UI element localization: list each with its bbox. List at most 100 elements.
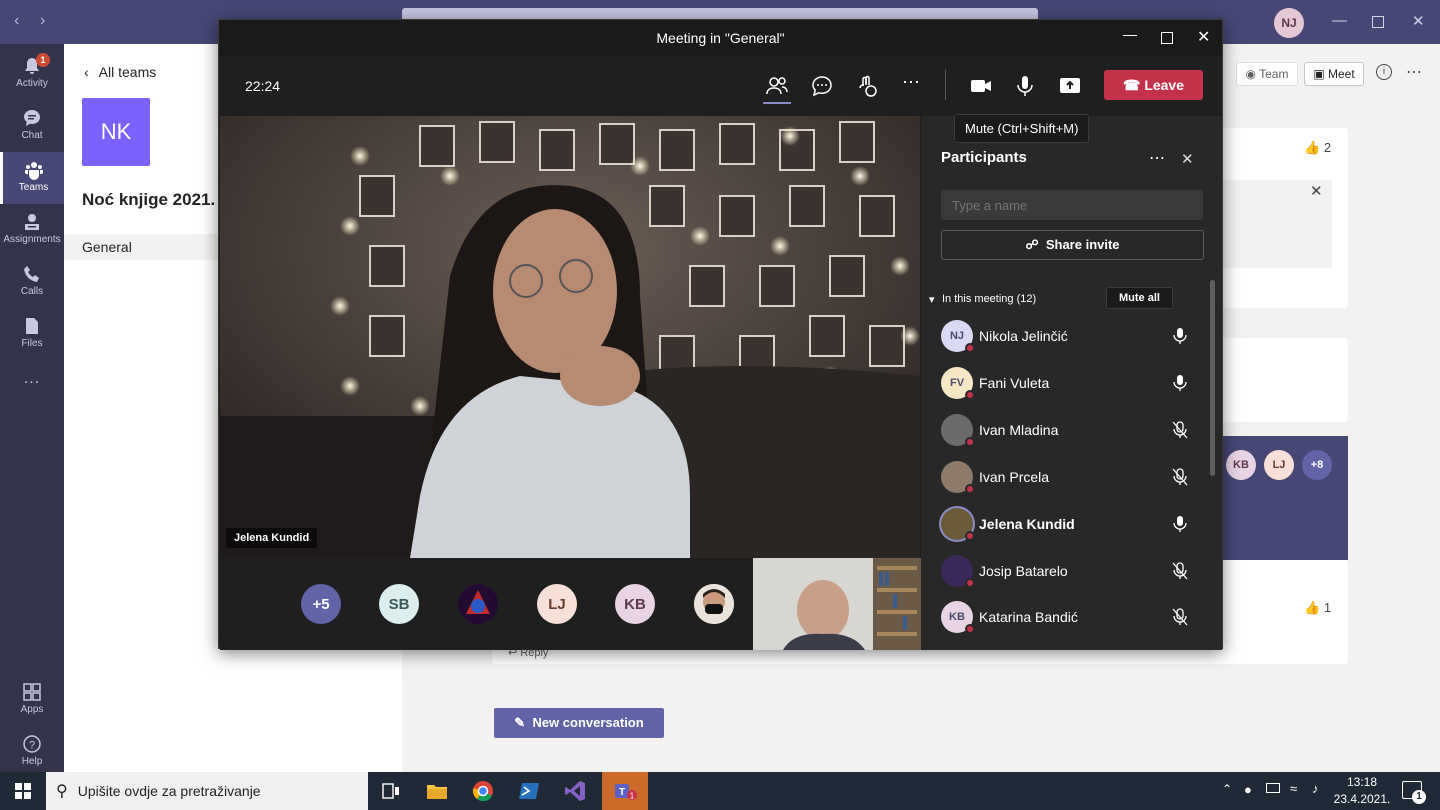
like-count[interactable]: 👍 2 [1304,140,1331,156]
mic-on-icon[interactable] [1171,514,1189,534]
rail-activity[interactable]: 1 Activity [0,48,64,100]
participant-row[interactable]: Ivan Prcela [941,457,1201,497]
more-icon: ... [23,370,41,387]
panel-more-icon[interactable]: ⋯ [1149,148,1165,168]
more-options-icon[interactable]: ⋯ [1406,62,1422,82]
participant-avatar [941,461,975,494]
clock-time[interactable]: 13:18 [1338,775,1386,789]
participant-avatar[interactable]: KB [615,584,655,624]
close-icon[interactable]: ✕ [1197,27,1210,47]
microphone-icon[interactable] [1013,74,1037,98]
more-participants-badge[interactable]: +8 [1302,450,1332,480]
all-teams-link[interactable]: ‹ All teams [84,64,156,80]
presence-busy-icon [965,624,975,634]
rail-chat[interactable]: Chat [0,100,64,152]
task-view-icon[interactable] [368,772,414,810]
rail-assignments[interactable]: Assignments [0,204,64,256]
divider [945,70,946,100]
mic-muted-icon[interactable] [1171,561,1189,581]
taskbar-search[interactable]: ⚲ Upišite ovdje za pretraživanje [46,772,368,810]
participants-icon[interactable] [765,74,789,98]
participant-avatar[interactable] [694,584,734,624]
mic-muted-icon[interactable] [1171,420,1189,440]
meeting-window: Meeting in "General" — ✕ 22:24 ⋯ ☎ Leave [218,19,1223,650]
participant-avatar[interactable] [458,584,498,624]
minimize-icon[interactable]: — [1332,12,1347,29]
participants-panel: Participants ⋯ ✕ ☍ Share invite ▾ In thi… [921,116,1222,650]
participant-avatar: FV [941,367,975,400]
minimize-icon[interactable]: — [1123,26,1137,42]
participant-avatar [941,508,975,541]
wifi-icon[interactable]: ≈ [1290,781,1297,796]
mic-on-icon[interactable] [1171,373,1189,393]
rail-label: Help [21,756,43,767]
active-indicator [763,102,791,104]
maximize-icon[interactable] [1161,32,1173,44]
share-screen-icon[interactable] [1058,74,1082,98]
collapse-caret-icon[interactable]: ▾ [929,293,935,306]
thumbs-up-icon: 👍 [1304,140,1321,155]
reactions-icon[interactable] [855,74,879,98]
participant-row[interactable]: Ivan Mladina [941,410,1201,450]
meet-button[interactable]: ▣ Meet [1304,62,1364,86]
participant-avatar[interactable]: LJ [537,584,577,624]
powershell-icon[interactable] [506,772,552,810]
team-button[interactable]: ◉ Team [1236,62,1298,86]
forward-arrow-icon[interactable]: › [40,12,45,30]
windows-start-icon[interactable] [15,783,31,799]
tray-mic-icon[interactable]: ● [1244,782,1252,797]
meeting-timer: 22:24 [245,78,281,94]
clock-date[interactable]: 23.4.2021. [1332,792,1392,806]
meeting-title: Meeting in "General" [219,20,1222,56]
panel-close-icon[interactable]: ✕ [1181,150,1194,168]
close-preview-icon[interactable]: ✕ [1310,182,1323,200]
rail-more[interactable]: ... [0,370,64,422]
self-video[interactable] [753,558,921,650]
info-icon[interactable]: i [1376,64,1392,80]
camera-icon[interactable] [969,74,993,98]
back-arrow-icon[interactable]: ‹ [14,12,19,30]
restore-icon[interactable] [1372,16,1384,28]
participant-row[interactable]: NJ Nikola Jelinčić [941,316,1201,356]
rail-files[interactable]: Files [0,308,64,360]
like-count[interactable]: 👍 1 [1304,600,1331,616]
hang-up-icon: ☎ [1122,77,1141,93]
svg-text:T: T [619,787,625,798]
close-icon[interactable]: ✕ [1412,12,1425,30]
rail-calls[interactable]: Calls [0,256,64,308]
participant-row[interactable]: KB Katarina Bandić [941,597,1201,637]
mic-on-icon[interactable] [1171,326,1189,346]
in-meeting-header[interactable]: In this meeting (12) [942,293,1036,305]
rail-help[interactable]: ? Help [0,726,64,778]
new-conversation-button[interactable]: ✎ New conversation [494,708,664,738]
participant-row[interactable]: Josip Batarelo [941,551,1201,591]
participant-row[interactable]: FV Fani Vuleta [941,363,1201,403]
overflow-participants[interactable]: +5 [301,584,341,624]
more-actions-icon[interactable]: ⋯ [902,72,920,93]
rail-teams[interactable]: Teams [0,152,64,204]
leave-button[interactable]: ☎ Leave [1104,70,1203,100]
volume-icon[interactable]: ♪ [1312,781,1319,796]
visual-studio-icon[interactable] [552,772,598,810]
mute-all-button[interactable]: Mute all [1106,287,1173,309]
rail-apps[interactable]: Apps [0,674,64,726]
battery-icon[interactable] [1266,783,1280,793]
share-invite-button[interactable]: ☍ Share invite [941,230,1204,260]
eye-icon: ◉ [1245,67,1256,81]
mic-muted-icon[interactable] [1171,607,1189,627]
participant-row[interactable]: Jelena Kundid [941,504,1201,544]
team-name: Noć knjige 2021. [82,190,216,209]
scrollbar[interactable] [1210,280,1215,476]
panel-title: Participants [941,149,1027,166]
chrome-icon[interactable] [460,772,506,810]
rail-label: Chat [21,130,43,141]
participant-search-input[interactable] [941,190,1203,220]
profile-avatar[interactable]: NJ [1274,8,1304,38]
file-explorer-icon[interactable] [414,772,460,810]
mic-muted-icon[interactable] [1171,467,1189,487]
participant-avatar[interactable]: SB [379,584,419,624]
speaker-name-label: Jelena Kundid [226,528,318,548]
tray-chevron-icon[interactable]: ⌃ [1222,782,1232,796]
teams-taskbar-icon[interactable]: T1 [602,772,648,810]
chat-icon[interactable] [810,74,834,98]
